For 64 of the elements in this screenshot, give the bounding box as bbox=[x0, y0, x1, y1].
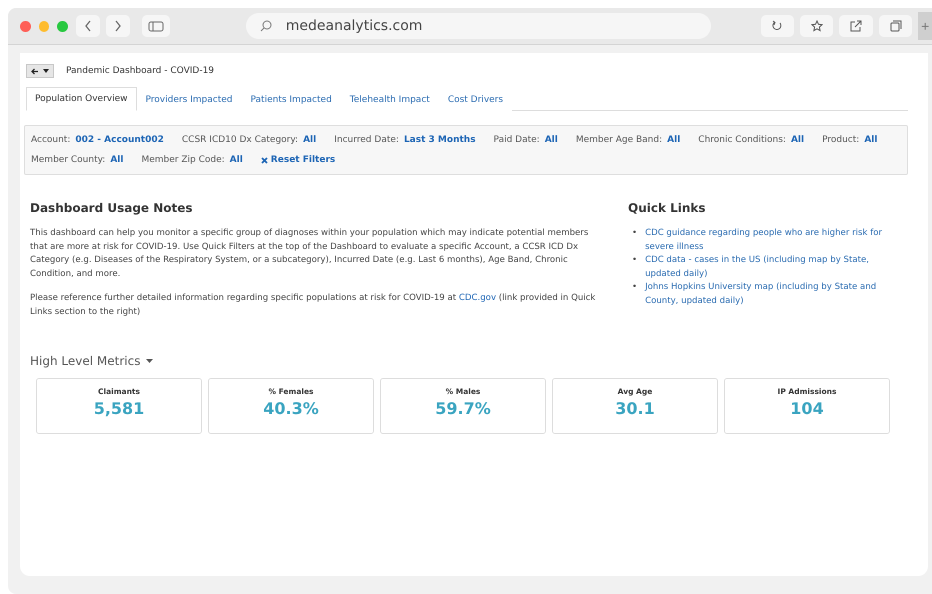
reload-icon bbox=[771, 20, 784, 32]
filter-value[interactable]: All bbox=[864, 135, 878, 145]
external-link-icon bbox=[850, 20, 862, 32]
chevron-left-icon bbox=[84, 20, 92, 32]
bookmark-button[interactable] bbox=[800, 15, 834, 37]
metrics-dropdown[interactable]: High Level Metrics bbox=[30, 354, 154, 368]
filter-value[interactable]: All bbox=[110, 155, 124, 165]
bullet: • bbox=[632, 281, 638, 294]
quick-link[interactable]: CDC guidance regarding people who are higher risk for severe illness bbox=[645, 227, 896, 254]
filter-label: Member Age Band: All bbox=[576, 134, 680, 147]
metric-value: 40.3% bbox=[263, 399, 319, 418]
dashboard-title: Pandemic Dashboard - COVID-19 bbox=[66, 66, 214, 76]
filter-label: CCSR ICD10 Dx Category: All bbox=[182, 134, 316, 147]
filter-value[interactable]: All bbox=[544, 135, 558, 145]
section-heading: Dashboard Usage Notes bbox=[30, 201, 194, 215]
sidebar-icon bbox=[148, 20, 164, 32]
bullet: • bbox=[632, 227, 638, 240]
filter-value[interactable]: All bbox=[790, 135, 804, 145]
close-icon bbox=[260, 156, 268, 164]
bullet: • bbox=[632, 254, 638, 267]
metric-value: 104 bbox=[790, 399, 824, 418]
forward-button[interactable] bbox=[106, 15, 130, 37]
usage-paragraph: This dashboard can help you monitor a specific group of diagnoses within your population which may indicate potential members that are more at risk for COVID-19. Use Quick Filters at the top of the Dashboard to evaluate a specific Account, a CCSR ICD Dx Category (e.g. Diseases of the Respiratory System, or a subcategory), Incurred Date (e.g. Last 6 months), Age Band, Chronic Condition, and more. bbox=[30, 227, 590, 280]
caret-icon bbox=[43, 69, 49, 73]
back-button[interactable] bbox=[76, 15, 100, 37]
arrow-left-icon bbox=[31, 68, 39, 74]
reference-paragraph: Please reference further detailed information regarding specific populations at risk for COVID-19 at CDC.gov (link provided in Quick Links section to the right) bbox=[30, 292, 596, 318]
minimize-icon bbox=[38, 20, 50, 32]
url-text: medeanalytics.com bbox=[286, 18, 422, 34]
reset-filters-link[interactable]: Reset Filters bbox=[260, 152, 336, 168]
filter-value[interactable]: All bbox=[303, 135, 316, 145]
tabs-button[interactable] bbox=[878, 15, 912, 37]
metric-value: 59.7% bbox=[435, 399, 491, 418]
close-icon bbox=[20, 20, 31, 32]
filter-value[interactable]: All bbox=[667, 135, 680, 145]
quick-link[interactable]: CDC data - cases in the US (including map by State, updated daily) bbox=[645, 254, 896, 281]
back-menu-button[interactable] bbox=[26, 64, 54, 78]
filter-label: Product: All bbox=[822, 134, 878, 147]
filter-label: Chronic Conditions: All bbox=[698, 134, 804, 147]
filter-value[interactable]: Last 3 Months bbox=[404, 135, 476, 145]
star-icon bbox=[810, 20, 823, 32]
tabs-icon bbox=[890, 20, 902, 32]
sidebar-button[interactable] bbox=[142, 15, 170, 37]
maximize-icon bbox=[57, 20, 68, 32]
filter-label: Account: 002 - Account002 bbox=[31, 134, 164, 147]
filter-label: Incurred Date: Last 3 Months bbox=[334, 134, 476, 147]
cdc-link[interactable]: CDC.gov bbox=[458, 293, 496, 303]
share-button[interactable] bbox=[839, 15, 873, 37]
section-heading: Quick Links bbox=[628, 201, 707, 215]
filter-value[interactable]: All bbox=[230, 155, 243, 165]
tab[interactable]: Population Overview bbox=[26, 87, 137, 111]
filter-label: Member Zip Code: All bbox=[141, 154, 243, 167]
filter-label: Member County: All bbox=[31, 154, 124, 167]
metric-value: 5,581 bbox=[94, 399, 144, 418]
address-bar[interactable]: medeanalytics.com bbox=[246, 13, 711, 39]
filter-value[interactable]: 002 - Account002 bbox=[75, 135, 164, 145]
new-tab-button[interactable]: + bbox=[918, 12, 932, 40]
caret-icon bbox=[146, 359, 154, 363]
quick-link[interactable]: Johns Hopkins University map (including by State and County, updated daily) bbox=[645, 281, 896, 308]
search-icon bbox=[260, 20, 272, 32]
chevron-right-icon bbox=[114, 20, 122, 32]
metric-value: 30.1 bbox=[615, 399, 655, 418]
reload-button[interactable] bbox=[760, 15, 794, 37]
filter-label: Paid Date: All bbox=[494, 134, 558, 147]
